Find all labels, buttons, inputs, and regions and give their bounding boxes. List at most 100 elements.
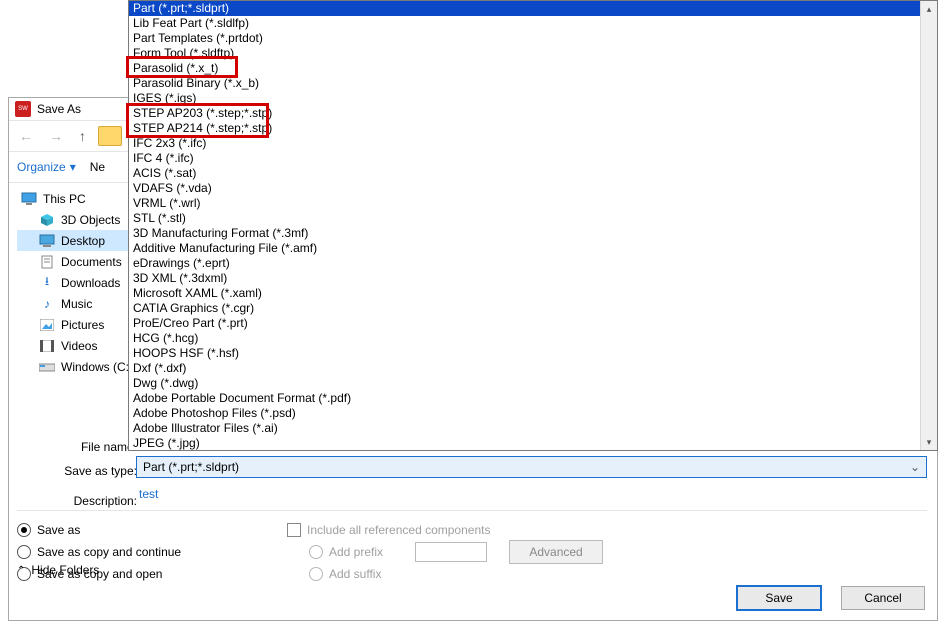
chevron-down-icon: ⌄ — [910, 460, 920, 474]
radio-icon — [309, 567, 323, 581]
tree-item-label: Documents — [61, 255, 122, 269]
description-value[interactable]: test — [139, 487, 158, 501]
dropdown-item[interactable]: ProE/Creo Part (*.prt) — [129, 316, 921, 331]
field-labels: File name: Save as type: Description: — [47, 435, 137, 513]
dropdown-item[interactable]: VRML (*.wrl) — [129, 196, 921, 211]
dialog-title: Save As — [37, 102, 81, 116]
download-icon: ⭳ — [39, 276, 55, 290]
dropdown-item[interactable]: Additive Manufacturing File (*.amf) — [129, 241, 921, 256]
dropdown-item[interactable]: Form Tool (*.sldftp) — [129, 46, 921, 61]
dropdown-item[interactable]: 3D XML (*.3dxml) — [129, 271, 921, 286]
dropdown-item[interactable]: ACIS (*.sat) — [129, 166, 921, 181]
tree-item-label: Music — [61, 297, 92, 311]
hide-folders-label: Hide Folders — [31, 563, 99, 577]
checkbox-label: Include all referenced components — [307, 523, 490, 537]
filename-label: File name: — [47, 435, 137, 459]
dropdown-item[interactable]: IFC 2x3 (*.ifc) — [129, 136, 921, 151]
dropdown-item[interactable]: JPEG (*.jpg) — [129, 436, 921, 450]
dropdown-item[interactable]: Adobe Illustrator Files (*.ai) — [129, 421, 921, 436]
tree-item-label: Windows (C:) — [61, 360, 133, 374]
dropdown-item[interactable]: Dwg (*.dwg) — [129, 376, 921, 391]
folder-icon — [98, 126, 122, 146]
checkbox-icon — [287, 523, 301, 537]
dropdown-item[interactable]: Lib Feat Part (*.sldlfp) — [129, 16, 921, 31]
tree-item-label: Downloads — [61, 276, 120, 290]
tree-item-pictures[interactable]: Pictures — [17, 314, 135, 335]
save-button[interactable]: Save — [737, 586, 821, 610]
navigation-tree: This PC 3D Objects Desktop Documents ⭳ D… — [17, 188, 135, 377]
tree-root-label: This PC — [43, 192, 86, 206]
chevron-down-icon: ▾ — [70, 160, 76, 174]
prefix-suffix-input — [415, 542, 487, 562]
tree-item-downloads[interactable]: ⭳ Downloads — [17, 272, 135, 293]
nav-back-icon[interactable]: ← — [15, 128, 37, 144]
tree-item-windows-c[interactable]: Windows (C:) — [17, 356, 135, 377]
radio-add-prefix: Add prefix Advanced — [287, 541, 603, 563]
video-icon — [39, 339, 55, 353]
tree-item-label: Pictures — [61, 318, 104, 332]
doc-icon — [39, 255, 55, 269]
radio-save-copy-continue[interactable]: Save as copy and continue — [17, 541, 247, 563]
tree-item-label: 3D Objects — [61, 213, 120, 227]
dropdown-item[interactable]: Adobe Portable Document Format (*.pdf) — [129, 391, 921, 406]
dropdown-item[interactable]: CATIA Graphics (*.cgr) — [129, 301, 921, 316]
tree-item-label: Videos — [61, 339, 97, 353]
save-type-label: Save as type: — [47, 459, 137, 483]
save-as-type-value: Part (*.prt;*.sldprt) — [143, 460, 239, 474]
file-type-dropdown[interactable]: Part (*.prt;*.sldprt)Lib Feat Part (*.sl… — [128, 0, 938, 451]
organize-label: Organize — [17, 160, 66, 174]
dropdown-item[interactable]: IGES (*.igs) — [129, 91, 921, 106]
dropdown-item[interactable]: 3D Manufacturing Format (*.3mf) — [129, 226, 921, 241]
chevron-up-icon: ⌃ — [17, 565, 25, 576]
dropdown-item[interactable]: HOOPS HSF (*.hsf) — [129, 346, 921, 361]
organize-button[interactable]: Organize ▾ — [17, 160, 76, 174]
checkbox-include-references: Include all referenced components — [287, 519, 603, 541]
dropdown-item[interactable]: HCG (*.hcg) — [129, 331, 921, 346]
dropdown-item[interactable]: VDAFS (*.vda) — [129, 181, 921, 196]
radio-label: Save as copy and continue — [37, 545, 181, 559]
dropdown-item[interactable]: Part (*.prt;*.sldprt) — [129, 1, 921, 16]
scroll-up-icon[interactable]: ▴ — [921, 1, 937, 17]
drive-icon — [39, 360, 55, 374]
dropdown-item[interactable]: Microsoft XAML (*.xaml) — [129, 286, 921, 301]
dropdown-item[interactable]: Dxf (*.dxf) — [129, 361, 921, 376]
save-options: Save as Save as copy and continue Save a… — [17, 510, 927, 585]
dropdown-item[interactable]: IFC 4 (*.ifc) — [129, 151, 921, 166]
radio-icon — [309, 545, 323, 559]
app-icon: SW — [15, 101, 31, 117]
cancel-button[interactable]: Cancel — [841, 586, 925, 610]
radio-add-suffix: Add suffix — [287, 563, 603, 585]
dropdown-item[interactable]: eDrawings (*.eprt) — [129, 256, 921, 271]
music-icon: ♪ — [39, 297, 55, 311]
tree-item-desktop[interactable]: Desktop — [17, 230, 135, 251]
pc-icon — [21, 192, 37, 206]
dropdown-item[interactable]: Parasolid (*.x_t) — [129, 61, 921, 76]
radio-icon — [17, 545, 31, 559]
dropdown-item[interactable]: Parasolid Binary (*.x_b) — [129, 76, 921, 91]
radio-label: Add suffix — [329, 567, 381, 581]
dropdown-item[interactable]: Adobe Photoshop Files (*.psd) — [129, 406, 921, 421]
nav-forward-icon[interactable]: → — [45, 128, 67, 144]
tree-item-music[interactable]: ♪ Music — [17, 293, 135, 314]
scroll-down-icon[interactable]: ▾ — [921, 434, 937, 450]
tree-item-3d-objects[interactable]: 3D Objects — [17, 209, 135, 230]
scrollbar[interactable]: ▴ ▾ — [920, 1, 937, 450]
tree-item-documents[interactable]: Documents — [17, 251, 135, 272]
new-folder-trunc[interactable]: Ne — [90, 160, 105, 174]
radio-icon — [17, 523, 31, 537]
tree-item-videos[interactable]: Videos — [17, 335, 135, 356]
hide-folders-button[interactable]: ⌃ Hide Folders — [17, 563, 99, 577]
nav-up-icon[interactable]: ↑ — [75, 128, 90, 144]
cube-icon — [39, 213, 55, 227]
dropdown-item[interactable]: STEP AP203 (*.step;*.stp) — [129, 106, 921, 121]
save-as-type-combobox[interactable]: Part (*.prt;*.sldprt) ⌄ — [136, 456, 927, 478]
dropdown-item[interactable]: STEP AP214 (*.step;*.stp) — [129, 121, 921, 136]
desktop-icon — [39, 234, 55, 248]
dropdown-item[interactable]: STL (*.stl) — [129, 211, 921, 226]
tree-root-this-pc[interactable]: This PC — [17, 188, 135, 209]
radio-label: Save as — [37, 523, 80, 537]
picture-icon — [39, 318, 55, 332]
tree-item-label: Desktop — [61, 234, 105, 248]
radio-save-as[interactable]: Save as — [17, 519, 247, 541]
dropdown-item[interactable]: Part Templates (*.prtdot) — [129, 31, 921, 46]
